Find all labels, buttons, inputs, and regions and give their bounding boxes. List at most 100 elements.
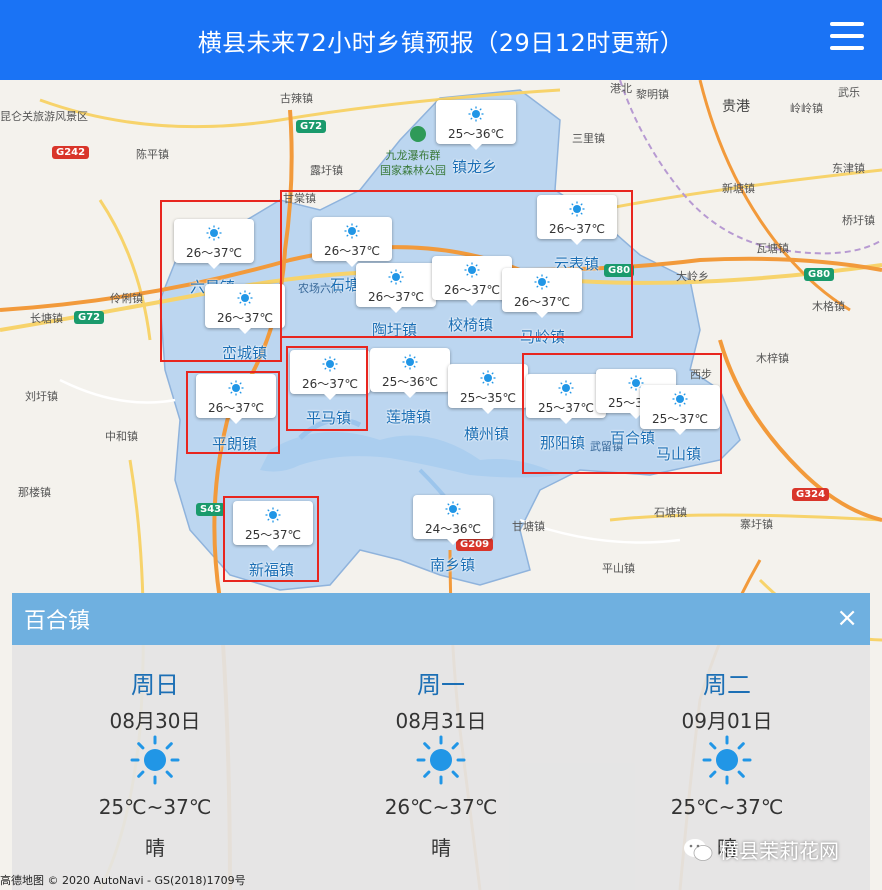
sunny-icon [388,269,404,285]
weather-popup[interactable]: 25～35℃ [448,364,528,414]
sunny-icon [228,380,244,396]
day-temp-range: 25℃~37℃ [98,795,212,819]
place-xintang: 新塘镇 [722,182,755,195]
town-label[interactable]: 那阳镇 [540,432,585,453]
place-gangbei: 港北 [610,82,632,95]
weather-popup[interactable]: 25～36℃ [370,348,450,398]
place-kunlun: 昆仑关旅游风景区 [0,110,88,123]
map-attribution: 高德地图 © 2020 AutoNavi - GS(2018)1709号 [0,872,246,888]
place-dalingxiang: 大岭乡 [676,270,709,283]
day-weekday: 周二 [703,671,751,699]
station-temp: 26～37℃ [323,244,381,258]
sunny-icon [130,735,180,785]
station-temp: 25～37℃ [651,412,709,426]
sunny-icon [344,223,360,239]
sunny-icon [480,370,496,386]
map-logo: 高德地图 [0,874,44,887]
place-ganmao: 甘棠镇 [283,192,316,205]
town-label[interactable]: 南乡镇 [430,554,475,575]
town-label[interactable]: 校椅镇 [448,314,493,335]
day-temp-range: 25℃~37℃ [670,795,784,819]
road-shield-g72: G72 [296,120,327,133]
place-dongjin: 东津镇 [832,162,865,175]
day-temp-range: 26℃~37℃ [384,795,498,819]
place-qiaoxu: 桥圩镇 [842,214,875,227]
station-temp: 25～37℃ [244,528,302,542]
panel-town-name: 百合镇 [24,609,91,634]
station-temp: 26～37℃ [216,311,274,325]
town-label[interactable]: 横州镇 [464,423,509,444]
station-temp: 25～37℃ [537,401,595,415]
town-label[interactable]: 马山镇 [656,443,701,464]
town-label[interactable]: 百合镇 [610,427,655,448]
station-temp: 26～37℃ [207,401,265,415]
place-shitang-south: 石塘镇 [654,506,687,519]
weather-popup[interactable]: 25～37℃ [640,385,720,435]
place-chenping: 陈平镇 [136,148,169,161]
sunny-icon [402,354,418,370]
station-temp: 24～36℃ [424,522,482,536]
watermark: 横县茉莉花网 [683,835,839,864]
map-copyright: © 2020 AutoNavi - GS(2018)1709号 [47,874,246,887]
weather-popup[interactable]: 25～36℃ [436,100,516,150]
weather-popup[interactable]: 26～37℃ [356,263,436,313]
town-label[interactable]: 峦城镇 [222,342,267,363]
road-shield-g209: G209 [456,538,494,551]
weather-popup[interactable]: 26～37℃ [502,268,582,318]
weather-popup[interactable]: 26～37℃ [432,256,512,306]
close-icon[interactable]: × [836,605,858,631]
town-label[interactable]: 平朗镇 [212,433,257,454]
station-temp: 26～37℃ [367,290,425,304]
sunny-icon [445,501,461,517]
weather-popup[interactable]: 26～37℃ [290,350,370,400]
place-ganma: 甘塘镇 [512,520,545,533]
town-label[interactable]: 平马镇 [306,407,351,428]
weather-popup[interactable]: 24～36℃ [413,495,493,545]
weather-popup[interactable]: 26～37℃ [205,284,285,334]
day-weather: 晴 [431,836,451,860]
place-liming: 黎明镇 [636,88,669,101]
town-label[interactable]: 镇龙乡 [452,156,497,177]
place-zhaoxu: 寨圩镇 [740,518,773,531]
weather-popup[interactable]: 26～37℃ [537,195,617,245]
day-date: 08月30日 [109,709,201,733]
sunny-icon [464,262,480,278]
place-nalou: 那楼镇 [18,486,51,499]
sunny-icon [702,735,752,785]
sunny-icon [322,356,338,372]
weather-popup[interactable]: 25～37℃ [526,374,606,424]
weather-popup[interactable]: 26～37℃ [312,217,392,267]
place-jiulong: 九龙瀑布群 国家森林公园 [380,149,446,177]
sunny-icon [672,391,688,407]
town-label[interactable]: 马岭镇 [520,326,565,347]
place-wule: 武乐 [838,86,860,99]
weather-popup[interactable]: 26～37℃ [196,374,276,424]
road-shield-s43: S43 [196,503,226,516]
weather-popup[interactable]: 26～37℃ [174,219,254,269]
day-weather: 晴 [145,836,165,860]
place-zhonghe: 中和镇 [105,430,138,443]
sunny-icon [569,201,585,217]
town-label[interactable]: 新福镇 [249,559,294,580]
sunny-icon [265,507,281,523]
place-muzi: 木梓镇 [756,352,789,365]
sunny-icon [534,274,550,290]
road-shield-g80: G80 [804,268,835,281]
place-guigang: 贵港 [722,99,750,115]
station-temp: 26～37℃ [548,222,606,236]
town-label[interactable]: 陶圩镇 [372,319,417,340]
station-temp: 26～37℃ [443,283,501,297]
weather-popup[interactable]: 25～37℃ [233,501,313,551]
place-lutang: 露圩镇 [310,164,343,177]
town-label[interactable]: 莲塘镇 [386,406,431,427]
hamburger-menu-icon[interactable] [830,22,864,52]
station-temp: 26～37℃ [301,377,359,391]
wechat-icon [684,838,713,861]
sunny-icon [468,106,484,122]
place-lingjiang: 岭岭镇 [790,102,823,115]
app-header: 横县未来72小时乡镇预报（29日12时更新） [0,0,882,80]
sunny-icon [206,225,222,241]
watermark-text: 横县茉莉花网 [719,839,839,863]
station-temp: 25～36℃ [447,127,505,141]
road-shield-g80: G80 [604,264,635,277]
